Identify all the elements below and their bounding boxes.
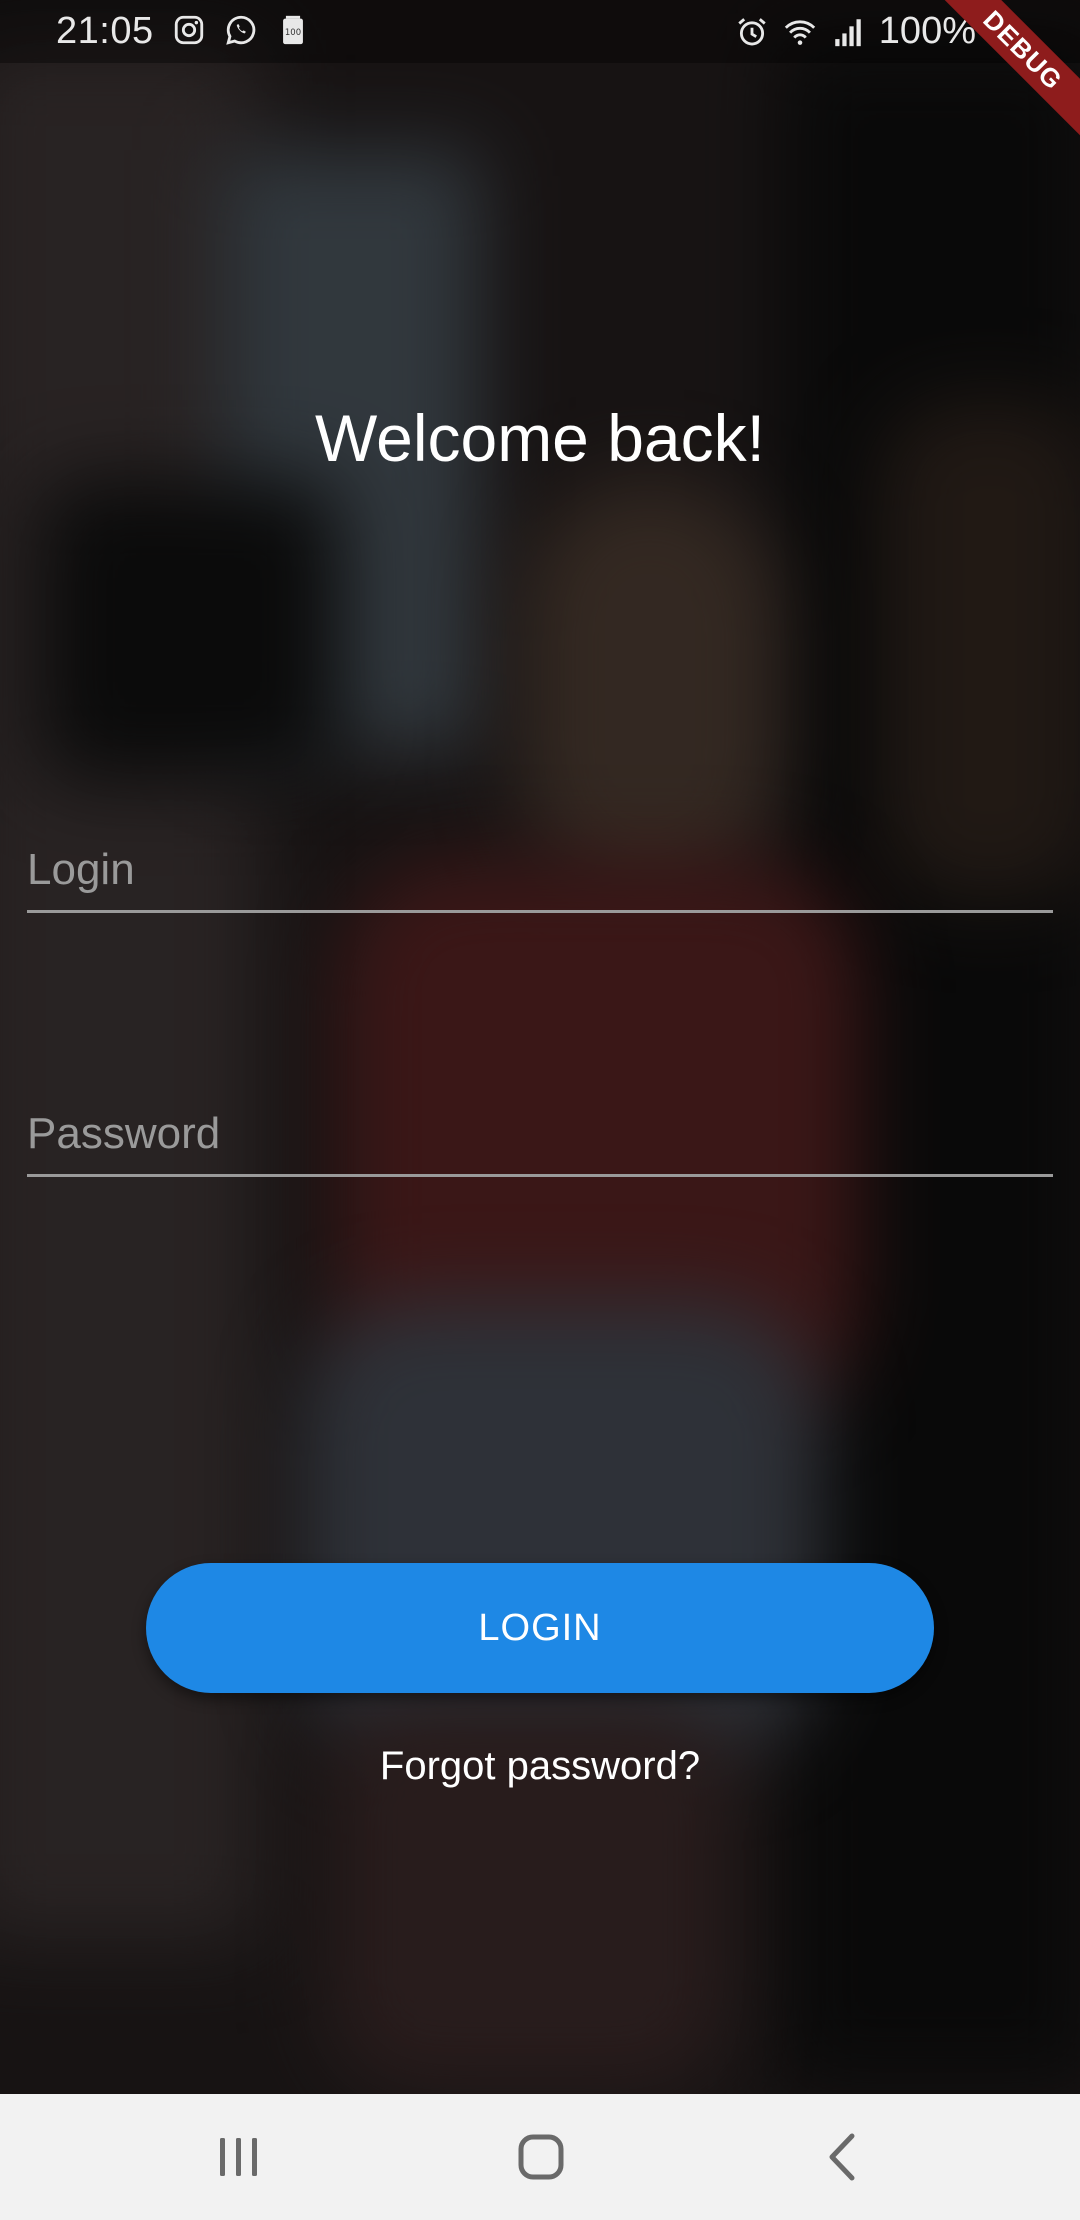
wifi-icon xyxy=(784,19,815,45)
recents-icon[interactable] xyxy=(204,2124,274,2190)
notification-icons: 100 xyxy=(172,12,310,48)
home-icon[interactable] xyxy=(506,2124,576,2190)
back-icon[interactable] xyxy=(808,2124,878,2190)
password-input[interactable] xyxy=(27,1094,1053,1174)
page-title: Welcome back! xyxy=(315,401,765,475)
signal-icon xyxy=(835,18,861,46)
whatsapp-icon xyxy=(226,15,256,45)
login-field xyxy=(27,830,1053,913)
status-bar: 21:05 100 100% xyxy=(0,0,1080,63)
alarm-icon xyxy=(738,17,766,45)
login-input[interactable] xyxy=(27,830,1053,910)
login-button[interactable]: LOGIN xyxy=(146,1563,934,1693)
password-field xyxy=(27,1094,1053,1177)
forgot-password-link[interactable]: Forgot password? xyxy=(0,1744,1080,1789)
svg-text:100: 100 xyxy=(285,28,301,38)
status-time: 21:05 xyxy=(56,10,154,52)
battery-100-icon: 100 xyxy=(283,15,303,45)
instagram-icon xyxy=(174,15,204,45)
navigation-bar xyxy=(0,2094,1080,2220)
login-screen: 21:05 100 100% DEBUG Welcome back! Login… xyxy=(0,0,1080,2220)
